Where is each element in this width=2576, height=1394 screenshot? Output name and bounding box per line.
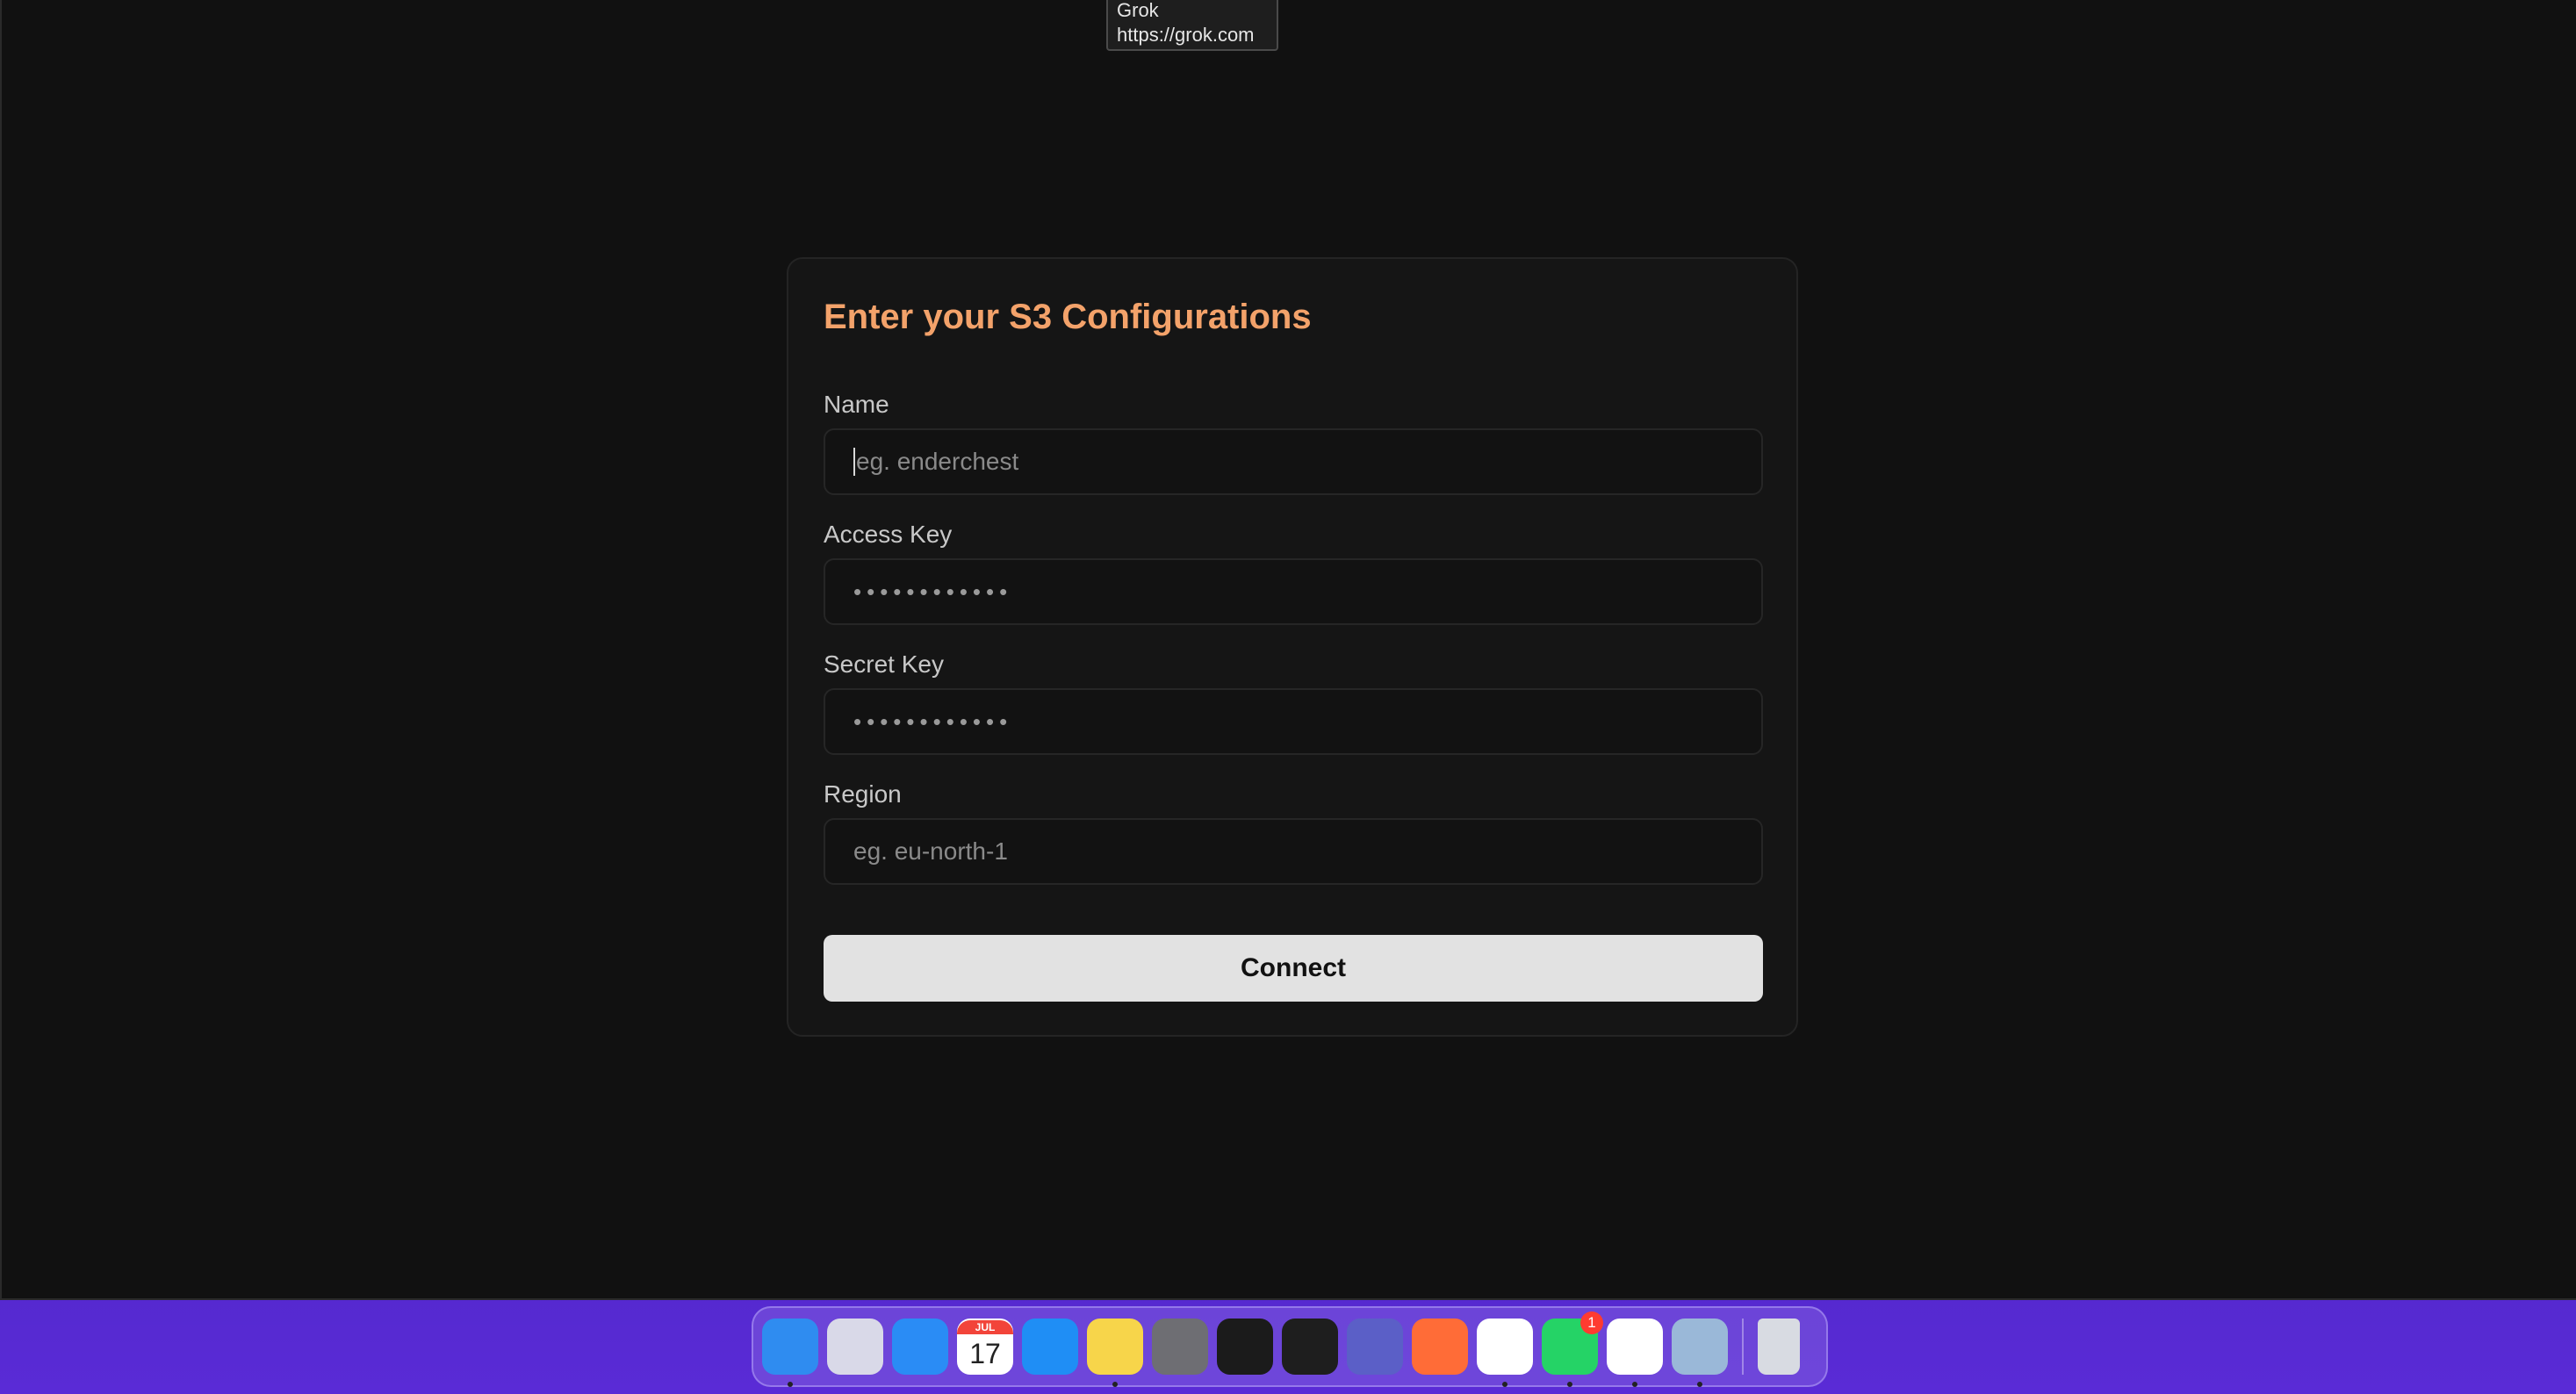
finder-icon[interactable] (762, 1319, 818, 1387)
postman-icon[interactable] (1412, 1319, 1468, 1375)
access-key-label: Access Key (824, 521, 953, 548)
name-input[interactable]: eg. enderchest (824, 428, 1763, 495)
safari-icon[interactable] (892, 1319, 948, 1375)
name-label: Name (824, 391, 889, 418)
notes-icon[interactable] (1087, 1319, 1143, 1387)
calendar-month: JUL (957, 1320, 1013, 1334)
chrome-icon[interactable] (1477, 1319, 1533, 1387)
region-label: Region (824, 780, 902, 808)
trash-icon[interactable] (1758, 1319, 1800, 1375)
system-settings-icon[interactable] (1152, 1319, 1208, 1375)
notification-badge: 1 (1580, 1311, 1603, 1334)
preview-icon[interactable] (1672, 1319, 1728, 1387)
figma-icon[interactable] (1282, 1319, 1338, 1375)
link-tooltip: Grok https://grok.com (1106, 0, 1278, 51)
running-indicator (788, 1382, 793, 1387)
app-window: Grok https://grok.com Enter your S3 Conf… (0, 0, 2576, 1300)
calendar-icon[interactable]: JUL 17 (957, 1319, 1013, 1375)
dock-separator (1742, 1319, 1744, 1375)
name-input-placeholder: eg. enderchest (856, 448, 1019, 475)
tooltip-url: https://grok.com (1117, 24, 1255, 46)
running-indicator (1697, 1382, 1702, 1387)
running-indicator (1567, 1382, 1572, 1387)
calendar-day: 17 (969, 1338, 1001, 1369)
access-key-value: •••••••••••• (853, 578, 1013, 605)
launchpad-icon[interactable] (827, 1319, 883, 1375)
app-store-icon[interactable] (1022, 1319, 1078, 1375)
secret-key-value: •••••••••••• (853, 708, 1013, 735)
vscode-icon[interactable] (1607, 1319, 1663, 1387)
secret-key-input[interactable]: •••••••••••• (824, 688, 1763, 755)
text-caret (853, 448, 855, 476)
connect-button[interactable]: Connect (824, 935, 1763, 1002)
region-input-placeholder: eg. eu-north-1 (853, 837, 1008, 865)
region-input[interactable]: eg. eu-north-1 (824, 818, 1763, 885)
form-title: Enter your S3 Configurations (824, 298, 1312, 336)
s3-config-card: Enter your S3 Configurations Name eg. en… (787, 257, 1798, 1037)
whatsapp-icon[interactable]: 1 (1542, 1311, 1603, 1387)
running-indicator (1112, 1382, 1118, 1387)
teams-icon[interactable] (1347, 1319, 1403, 1375)
access-key-input[interactable]: •••••••••••• (824, 558, 1763, 625)
running-indicator (1502, 1382, 1507, 1387)
tooltip-title: Grok (1117, 0, 1159, 21)
running-indicator (1632, 1382, 1637, 1387)
dock: JUL 17 1 (752, 1306, 1828, 1387)
terminal-icon[interactable] (1217, 1319, 1273, 1375)
secret-key-label: Secret Key (824, 650, 944, 678)
